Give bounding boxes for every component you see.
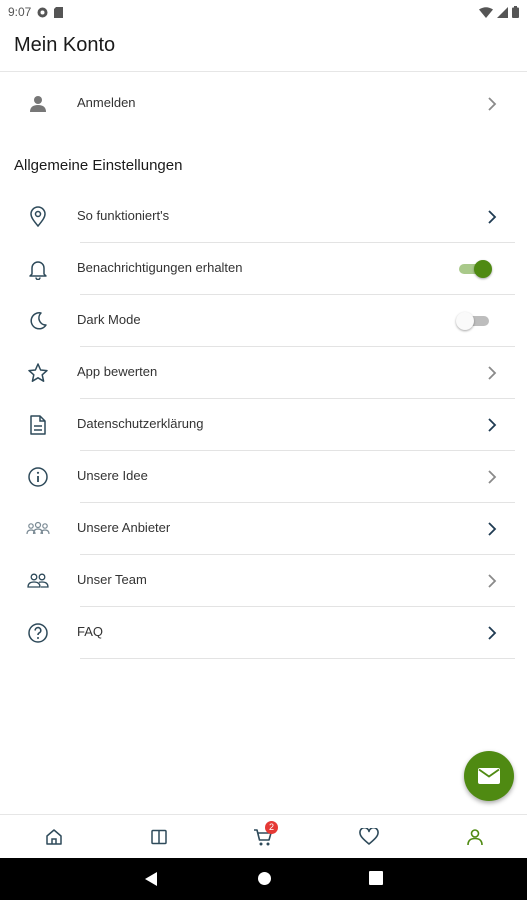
chevron-right-icon [488, 574, 497, 588]
chevron-right-icon [488, 97, 497, 111]
nav-account[interactable] [463, 825, 487, 849]
settings-item-label: Datenschutzerklärung [77, 416, 204, 431]
notifications-toggle[interactable] [456, 260, 492, 278]
settings-item-label: Unsere Anbieter [77, 520, 171, 535]
wifi-icon [479, 6, 493, 18]
contact-mail-button[interactable] [464, 751, 514, 801]
nav-favorites[interactable] [357, 825, 381, 849]
moon-icon [26, 309, 50, 333]
catalog-icon [151, 829, 167, 845]
sync-status-icon [37, 7, 48, 17]
chevron-right-icon [488, 210, 497, 224]
settings-item-label: Unser Team [77, 572, 147, 587]
team-icon [26, 569, 50, 593]
settings-item-team[interactable]: Unser Team [0, 555, 527, 607]
chevron-right-icon [488, 522, 497, 536]
nav-catalog[interactable] [147, 825, 171, 849]
status-bar: 9:07 [0, 0, 527, 24]
cart-count-badge: 2 [265, 821, 278, 834]
document-icon [26, 413, 50, 437]
providers-group-icon [26, 517, 50, 541]
app-bar: Mein Konto [0, 24, 527, 72]
settings-item-label: Dark Mode [77, 312, 141, 327]
mail-icon [478, 768, 500, 784]
sd-card-icon [54, 6, 64, 18]
chevron-right-icon [488, 418, 497, 432]
chevron-right-icon [488, 470, 497, 484]
settings-item-label: Unsere Idee [77, 468, 148, 483]
dark-mode-toggle[interactable] [456, 312, 492, 330]
settings-item-label: Benachrichtigungen erhalten [77, 260, 243, 275]
back-icon[interactable] [144, 871, 158, 887]
location-pin-icon [26, 205, 50, 229]
chevron-right-icon [488, 626, 497, 640]
settings-item-notifications[interactable]: Benachrichtigungen erhalten [0, 243, 527, 295]
home-circle-icon[interactable] [257, 871, 272, 886]
status-time: 9:07 [8, 5, 32, 19]
battery-icon [512, 6, 519, 18]
settings-item-label: So funktioniert's [77, 208, 170, 223]
settings-item-label: App bewerten [77, 364, 158, 379]
chevron-right-icon [488, 366, 497, 380]
settings-item-dark-mode[interactable]: Dark Mode [0, 295, 527, 347]
settings-item-label: FAQ [77, 624, 104, 639]
settings-item-privacy[interactable]: Datenschutzerklärung [0, 399, 527, 451]
login-row[interactable]: Anmelden [0, 78, 527, 130]
page-title: Mein Konto [14, 34, 116, 56]
signal-icon [497, 6, 508, 18]
person-icon [26, 92, 50, 116]
favorites-icon [359, 828, 379, 845]
login-label: Anmelden [77, 95, 136, 110]
settings-item-our-idea[interactable]: Unsere Idee [0, 451, 527, 503]
bell-icon [26, 257, 50, 281]
section-header: Allgemeine Einstellungen [14, 157, 183, 174]
nav-home[interactable] [42, 825, 66, 849]
account-icon [467, 829, 483, 846]
help-circle-icon [26, 621, 50, 645]
bottom-nav: 2 [0, 814, 527, 859]
info-icon [26, 465, 50, 489]
settings-item-how-it-works[interactable]: So funktioniert's [0, 191, 527, 243]
star-icon [26, 361, 50, 385]
settings-item-rate-app[interactable]: App bewerten [0, 347, 527, 399]
recents-icon[interactable] [369, 871, 383, 885]
system-nav-bar [0, 858, 527, 900]
home-icon [46, 829, 62, 845]
settings-item-faq[interactable]: FAQ [0, 607, 527, 659]
settings-item-providers[interactable]: Unsere Anbieter [0, 503, 527, 555]
nav-cart[interactable]: 2 [251, 821, 278, 849]
divider [80, 658, 515, 659]
